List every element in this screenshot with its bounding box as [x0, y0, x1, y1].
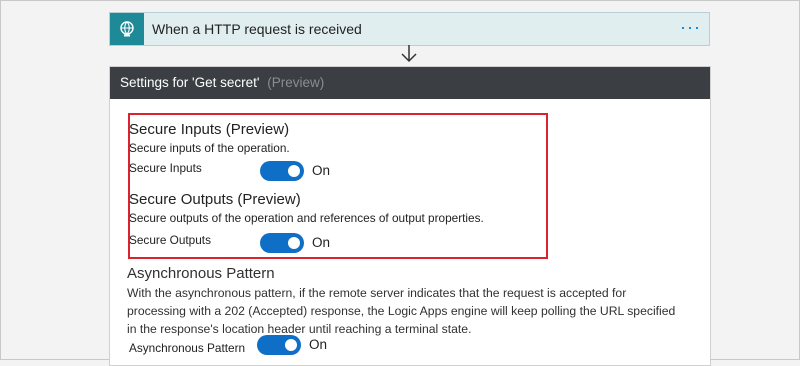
secure-outputs-state: On [312, 235, 331, 250]
arrow-down-icon [399, 45, 419, 67]
secure-outputs-toggle[interactable] [260, 233, 304, 253]
async-pattern-title: Asynchronous Pattern [127, 265, 275, 282]
settings-title: Settings for 'Get secret' [120, 75, 260, 90]
toggle-knob [285, 339, 297, 351]
trigger-card[interactable]: When a HTTP request is received ··· [109, 12, 710, 46]
trigger-title: When a HTTP request is received [152, 21, 362, 37]
secure-inputs-description: Secure inputs of the operation. [129, 141, 290, 155]
toggle-knob [288, 237, 300, 249]
secure-outputs-description: Secure outputs of the operation and refe… [129, 211, 484, 225]
settings-header: Settings for 'Get secret' (Preview) [110, 67, 710, 99]
toggle-knob [288, 165, 300, 177]
async-pattern-state: On [309, 337, 328, 352]
secure-outputs-title: Secure Outputs (Preview) [129, 191, 301, 208]
more-options-button[interactable]: ··· [680, 17, 701, 37]
globe-icon [110, 13, 144, 45]
async-pattern-description: With the asynchronous pattern, if the re… [127, 286, 676, 336]
secure-outputs-label: Secure Outputs [129, 233, 211, 247]
async-pattern-label: Asynchronous Pattern [129, 341, 246, 355]
preview-tag: (Preview) [267, 75, 325, 90]
secure-inputs-label: Secure Inputs [129, 161, 202, 175]
secure-inputs-state: On [312, 163, 331, 178]
secure-inputs-title: Secure Inputs (Preview) [129, 121, 290, 138]
settings-panel: Settings for 'Get secret' (Preview) Secu… [109, 66, 711, 366]
async-pattern-toggle[interactable] [257, 335, 301, 355]
secure-inputs-toggle[interactable] [260, 161, 304, 181]
